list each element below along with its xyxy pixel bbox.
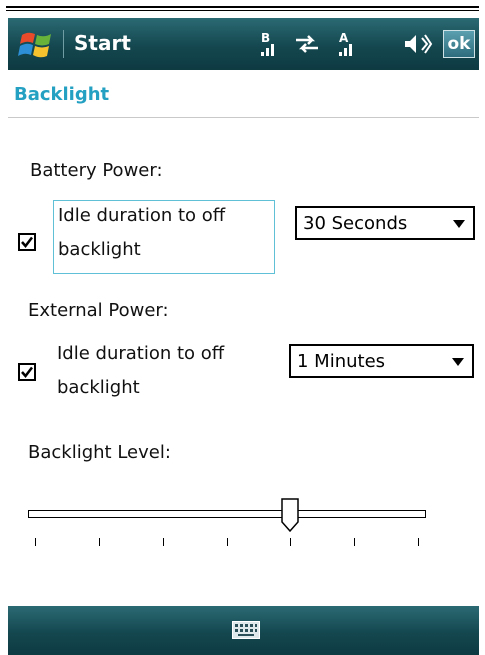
slider-tick: [227, 538, 228, 546]
battery-idle-focus[interactable]: Idle duration to off backlight: [53, 200, 275, 274]
top-divider-thin: [6, 10, 479, 11]
slider-tick: [163, 538, 164, 546]
start-menu-title[interactable]: Start: [74, 31, 131, 55]
top-divider: [6, 6, 479, 8]
svg-text:A: A: [339, 31, 349, 45]
backlight-level-label: Backlight Level:: [28, 442, 171, 463]
keyboard-icon[interactable]: [232, 621, 260, 639]
battery-idle-checkbox[interactable]: [18, 233, 36, 251]
slider-tick: [99, 538, 100, 546]
volume-icon[interactable]: [403, 30, 433, 58]
slider-tick: [290, 538, 291, 546]
battery-duration-value: 30 Seconds: [303, 213, 408, 234]
chevron-down-icon: [452, 358, 464, 366]
external-power-label: External Power:: [28, 300, 169, 321]
external-idle-label-line2: backlight: [57, 377, 140, 398]
battery-power-label: Battery Power:: [30, 160, 163, 181]
soft-key-bar: [8, 606, 479, 655]
slider-tick: [35, 538, 36, 546]
slider-thumb[interactable]: [281, 498, 299, 533]
sync-arrows-icon[interactable]: [292, 30, 322, 58]
ok-button[interactable]: ok: [443, 30, 475, 58]
checkmark-icon: [21, 366, 33, 378]
chevron-down-icon: [453, 220, 465, 228]
backlight-level-slider[interactable]: [28, 510, 426, 518]
phone-signal-icon[interactable]: A: [336, 30, 362, 58]
external-duration-value: 1 Minutes: [297, 351, 386, 372]
external-idle-checkbox[interactable]: [18, 363, 36, 381]
bluetooth-signal-icon[interactable]: B: [258, 30, 284, 58]
title-separator: [63, 30, 64, 58]
battery-idle-label-line1: Idle duration to off: [58, 205, 226, 226]
external-idle-label-line1: Idle duration to off: [57, 343, 225, 364]
external-duration-dropdown[interactable]: 1 Minutes: [289, 344, 474, 378]
slider-tick: [354, 538, 355, 546]
battery-duration-dropdown[interactable]: 30 Seconds: [295, 206, 475, 240]
battery-idle-label-line2: backlight: [58, 239, 141, 260]
page-title: Backlight: [14, 84, 110, 105]
header-divider: [8, 117, 479, 118]
svg-text:B: B: [261, 31, 270, 45]
title-bar: Start B A ok: [8, 18, 479, 70]
slider-tick: [418, 538, 419, 546]
windows-logo-icon[interactable]: [18, 27, 56, 61]
checkmark-icon: [21, 236, 33, 248]
